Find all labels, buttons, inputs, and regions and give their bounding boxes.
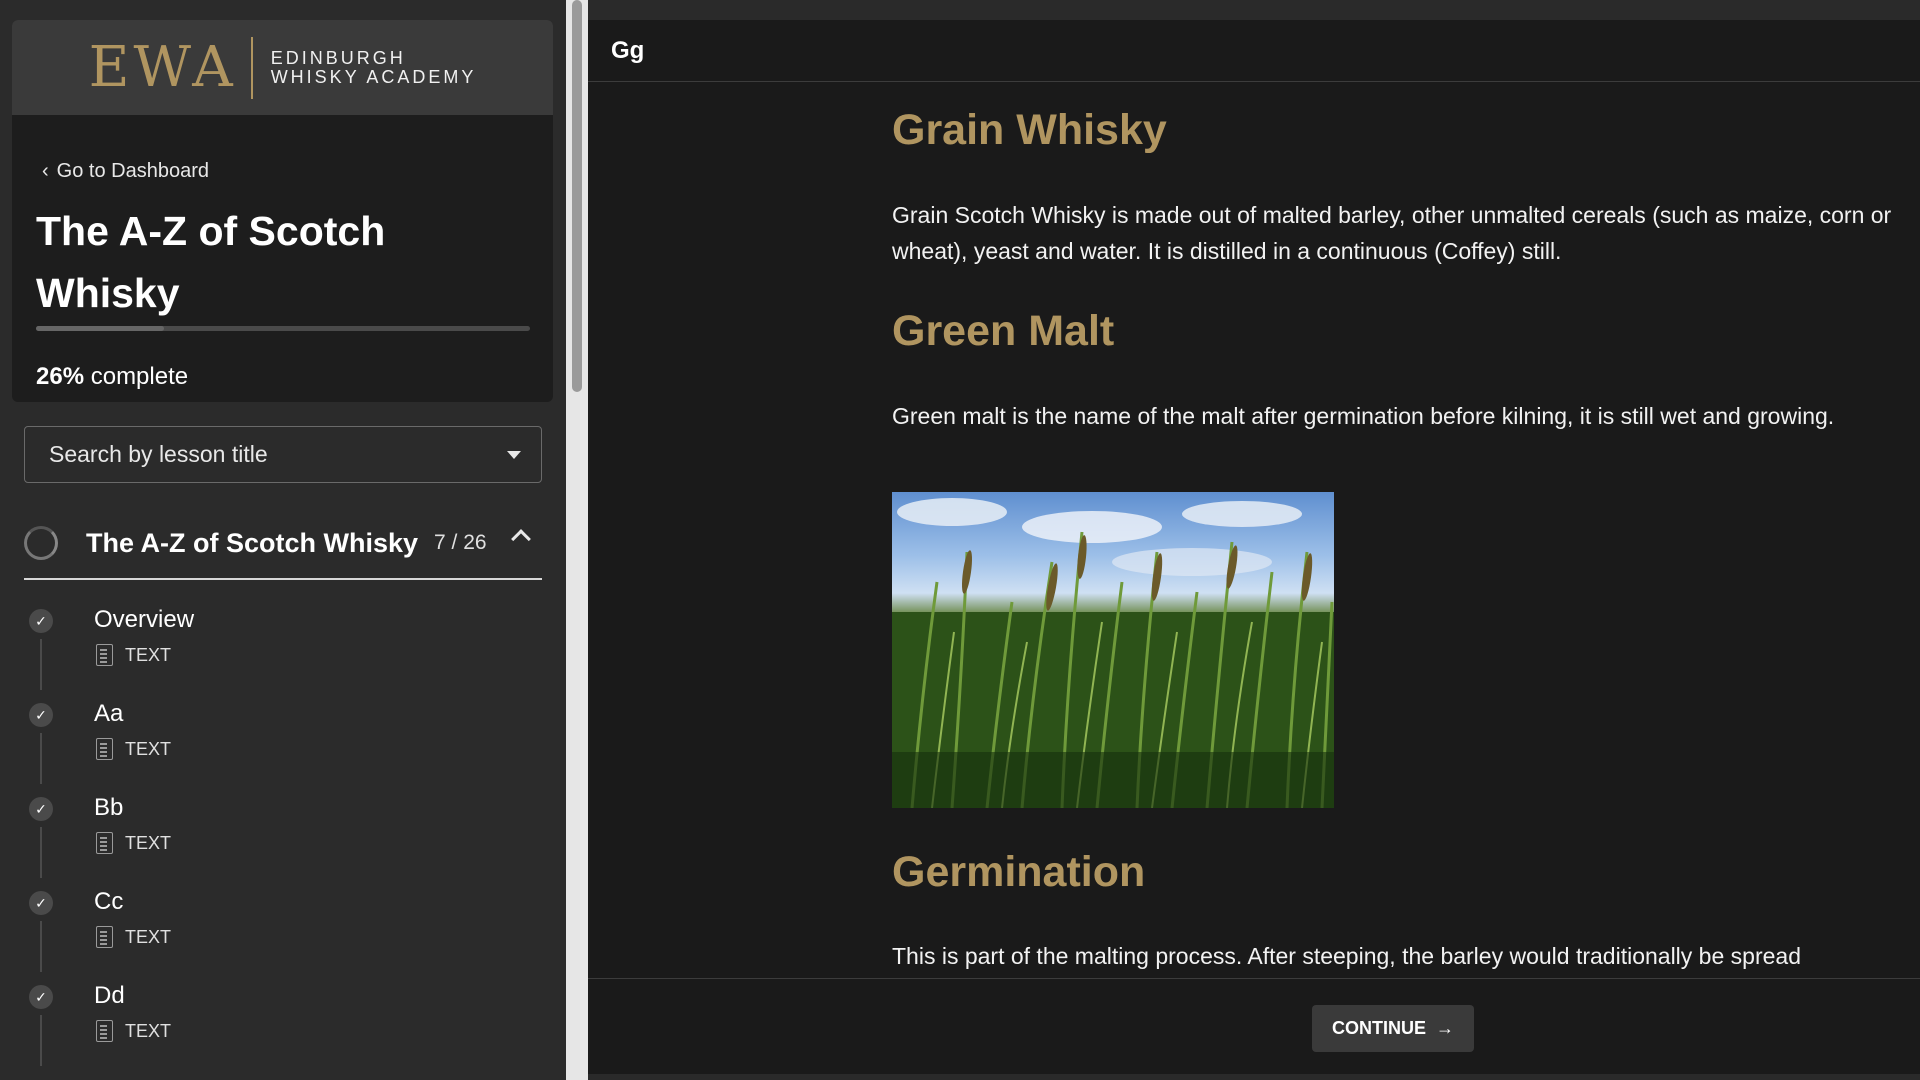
lesson-type: TEXT bbox=[96, 644, 171, 666]
lesson-search-select[interactable]: Search by lesson title bbox=[24, 426, 542, 483]
section-heading: Germination bbox=[892, 848, 1146, 896]
lesson-header: Gg bbox=[588, 20, 1920, 82]
lesson-type-label: TEXT bbox=[125, 1020, 172, 1041]
lesson-name: Dd bbox=[94, 982, 125, 1009]
lesson-footer: CONTINUE → bbox=[588, 978, 1920, 1080]
lesson-list: ✓ Overview TEXT ✓ Aa TEXT ✓ Bb TEXT ✓ Cc… bbox=[0, 596, 566, 1066]
lesson-name: Cc bbox=[94, 888, 124, 915]
text-document-icon bbox=[96, 926, 113, 948]
lesson-type-label: TEXT bbox=[125, 926, 172, 947]
progress-ring-icon bbox=[24, 526, 58, 560]
check-icon: ✓ bbox=[29, 985, 53, 1009]
text-document-icon bbox=[96, 832, 113, 854]
ewa-logo: EWA bbox=[88, 34, 237, 100]
continue-label: CONTINUE bbox=[1332, 1018, 1426, 1038]
lesson-search-placeholder: Search by lesson title bbox=[49, 441, 268, 467]
logo-divider bbox=[250, 36, 253, 99]
section-header[interactable]: The A-Z of Scotch Whisky 7 / 26 bbox=[24, 508, 542, 580]
course-card: EWA EDINBURGH WHISKY ACADEMY ‹ Go to Das… bbox=[12, 20, 553, 402]
sidebar-scrollbar-thumb[interactable] bbox=[572, 0, 582, 392]
arrow-right-icon: → bbox=[1436, 1018, 1454, 1038]
check-icon: ✓ bbox=[29, 891, 53, 915]
text-document-icon bbox=[96, 1020, 113, 1042]
section-body: Grain Scotch Whisky is made out of malte… bbox=[892, 202, 1892, 264]
lesson-item[interactable]: ✓ Overview TEXT bbox=[0, 596, 566, 690]
section-title: The A-Z of Scotch Whisky bbox=[86, 527, 419, 558]
logo-bar: EWA EDINBURGH WHISKY ACADEMY bbox=[12, 20, 553, 115]
continue-button[interactable]: CONTINUE → bbox=[1312, 1005, 1474, 1052]
lesson-connector bbox=[40, 827, 42, 878]
lesson-type: TEXT bbox=[96, 926, 171, 948]
lesson-type-label: TEXT bbox=[125, 832, 172, 853]
lesson-name: Bb bbox=[94, 794, 124, 821]
text-document-icon bbox=[96, 738, 113, 760]
lesson-connector bbox=[40, 1015, 42, 1066]
chevron-left-icon: ‹ bbox=[42, 160, 49, 182]
chevron-up-icon[interactable] bbox=[511, 529, 531, 549]
top-strip bbox=[588, 0, 1920, 20]
check-icon: ✓ bbox=[29, 609, 53, 633]
progress-bar bbox=[36, 326, 530, 331]
bottom-strip bbox=[588, 1074, 1920, 1080]
lesson-connector bbox=[40, 733, 42, 784]
app-window: EWA EDINBURGH WHISKY ACADEMY ‹ Go to Das… bbox=[0, 0, 1920, 1080]
progress-bar-fill bbox=[36, 326, 165, 331]
lesson-item[interactable]: ✓ Aa TEXT bbox=[0, 690, 566, 784]
section-body: This is part of the malting process. Aft… bbox=[892, 943, 1801, 969]
section-count: 7 / 26 bbox=[434, 531, 487, 554]
progress-suffix: complete bbox=[90, 363, 189, 390]
go-to-dashboard-label: Go to Dashboard bbox=[56, 160, 209, 182]
barley-field-image bbox=[892, 492, 1334, 808]
section-heading: Green Malt bbox=[892, 307, 1115, 355]
check-icon: ✓ bbox=[29, 703, 53, 727]
logo-text-line2: WHISKY ACADEMY bbox=[270, 66, 477, 87]
lesson-name: Aa bbox=[94, 700, 124, 727]
lesson-type: TEXT bbox=[96, 738, 171, 760]
progress-percent: 26% bbox=[36, 363, 85, 390]
lesson-item[interactable]: ✓ Cc TEXT bbox=[0, 878, 566, 972]
lesson-connector bbox=[40, 921, 42, 972]
text-document-icon bbox=[96, 644, 113, 666]
lesson-item[interactable]: ✓ Dd TEXT bbox=[0, 972, 566, 1066]
lesson-type-label: TEXT bbox=[125, 644, 172, 665]
caret-down-icon bbox=[507, 451, 521, 459]
lesson-name: Overview bbox=[94, 606, 195, 633]
lesson-body: Grain Whisky Grain Scotch Whisky is made… bbox=[892, 82, 1892, 978]
lesson-connector bbox=[40, 639, 42, 690]
section-body: Green malt is the name of the malt after… bbox=[892, 403, 1835, 429]
barley-field-illustration bbox=[892, 498, 1334, 808]
lesson-item[interactable]: ✓ Bb TEXT bbox=[0, 784, 566, 878]
course-sidebar: EWA EDINBURGH WHISKY ACADEMY ‹ Go to Das… bbox=[0, 0, 566, 1080]
logo-text: EDINBURGH WHISKY ACADEMY bbox=[270, 47, 477, 87]
go-to-dashboard-link[interactable]: ‹ Go to Dashboard bbox=[42, 160, 209, 183]
lesson-type: TEXT bbox=[96, 1020, 171, 1042]
lesson-header-title: Gg bbox=[611, 36, 645, 64]
section-heading: Grain Whisky bbox=[892, 106, 1167, 154]
logo-text-line1: EDINBURGH bbox=[270, 47, 406, 68]
lesson-type: TEXT bbox=[96, 832, 171, 854]
lesson-type-label: TEXT bbox=[125, 738, 172, 759]
course-title: The A-Z of Scotch Whisky bbox=[36, 208, 386, 316]
check-icon: ✓ bbox=[29, 797, 53, 821]
lesson-content-pane: Gg Grain Whisky Grain Scotch Whisky is m… bbox=[588, 0, 1920, 1080]
progress-label: 26% complete bbox=[36, 363, 188, 391]
